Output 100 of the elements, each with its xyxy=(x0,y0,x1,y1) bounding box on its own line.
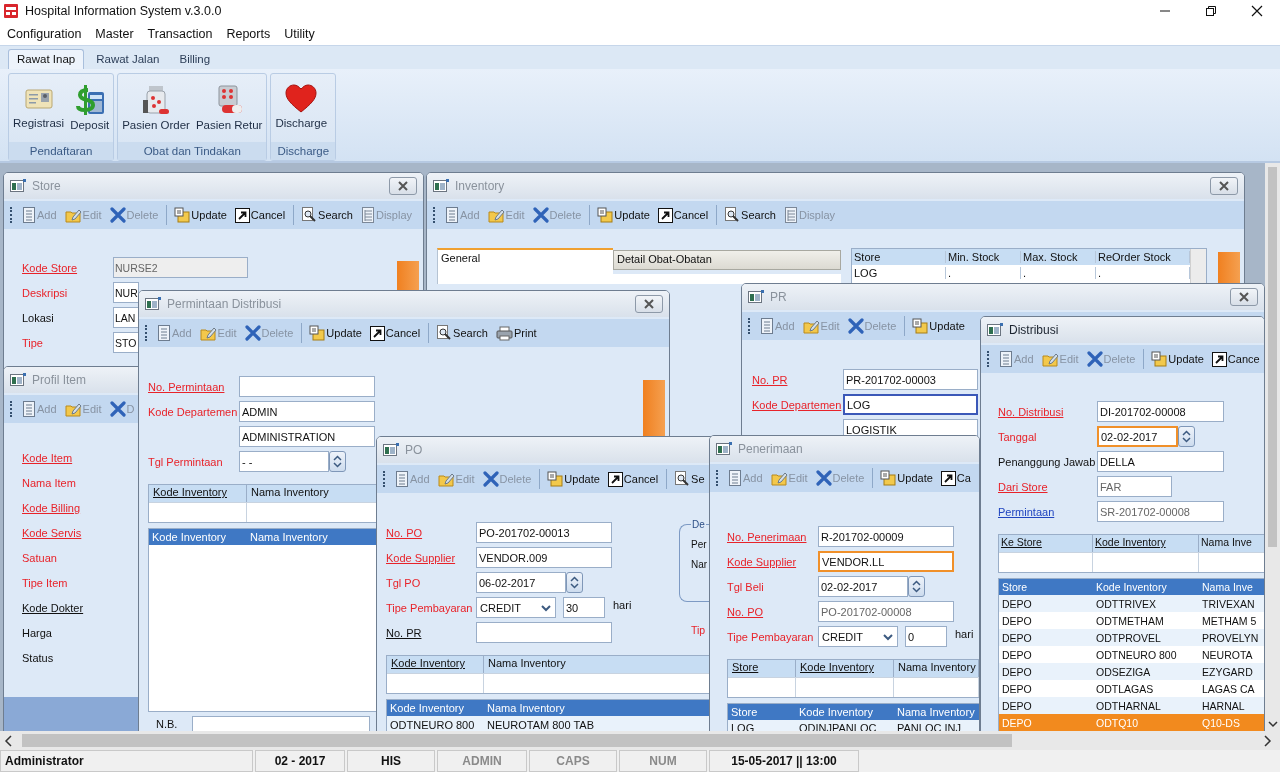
text-field[interactable]: R-201702-00009 xyxy=(818,526,954,547)
window-icon xyxy=(10,179,26,193)
toolbar-button[interactable]: Se xyxy=(666,469,705,489)
toolbar-button[interactable]: Print xyxy=(495,325,537,341)
text-field[interactable]: VENDOR.LL xyxy=(818,551,954,572)
toolbar-button[interactable]: Search xyxy=(293,205,353,225)
vertical-scrollbar[interactable] xyxy=(1265,163,1280,731)
text-field[interactable]: LOG xyxy=(843,394,978,415)
toolbar-button[interactable]: Update xyxy=(166,205,227,225)
tab[interactable]: General xyxy=(437,248,613,274)
toolbar-button[interactable]: Ca xyxy=(940,470,971,486)
column-header: Max. Stock xyxy=(1021,251,1096,263)
dropdown[interactable]: CREDIT xyxy=(476,597,556,618)
text-field[interactable]: ADMINISTRATION xyxy=(239,426,375,447)
text-field[interactable]: NUR xyxy=(113,282,139,303)
text-field[interactable]: FAR xyxy=(1097,476,1172,497)
ribbon-button[interactable]: Deposit xyxy=(68,78,112,142)
toolbar-button[interactable]: Update xyxy=(872,468,933,488)
text-field[interactable]: 30 xyxy=(563,597,605,618)
toolbar-button[interactable]: Update xyxy=(301,323,362,343)
text-field[interactable]: DELLA xyxy=(1097,451,1224,472)
text-field[interactable]: NURSE2 xyxy=(113,257,248,278)
clipboard-icon xyxy=(1151,351,1168,367)
close-button[interactable] xyxy=(635,295,663,313)
table-row[interactable]: ODTNEURO 800 NEUROTAM 800 TAB xyxy=(387,716,710,731)
field-label: Kode Item xyxy=(22,451,73,464)
close-button[interactable] xyxy=(389,177,417,195)
date-field[interactable]: - - xyxy=(239,451,329,472)
dropdown[interactable]: CREDIT xyxy=(818,626,898,647)
text-field[interactable]: PR-201702-00003 xyxy=(843,369,978,390)
toolbar-button[interactable]: Update xyxy=(904,316,965,336)
toolbar-button[interactable]: Update xyxy=(1143,349,1204,369)
text-field[interactable]: LAN xyxy=(113,307,139,328)
ribbon-tab[interactable]: Rawat Jalan xyxy=(88,50,168,69)
close-icon xyxy=(643,299,655,309)
status-panel: Administrator xyxy=(0,750,253,772)
spin-button[interactable] xyxy=(566,572,583,593)
text-field[interactable]: DI-201702-00008 xyxy=(1097,401,1224,422)
table-row[interactable]: DEPO ODTTRIVEX TRIVEXAN xyxy=(999,595,1264,612)
text-field[interactable]: PO-201702-00008 xyxy=(818,601,954,622)
restore-icon xyxy=(1205,5,1217,17)
menu-item[interactable]: Transaction xyxy=(147,26,213,41)
field-label: Penanggung Jawab xyxy=(998,455,1096,468)
menu-item[interactable]: Reports xyxy=(226,26,271,41)
text-field[interactable] xyxy=(476,622,612,643)
field-label: No. PR xyxy=(752,373,788,386)
ribbon-button[interactable]: Registrasi xyxy=(11,78,67,142)
scroll-left-icon[interactable] xyxy=(4,734,14,747)
ribbon-button[interactable]: Discharge xyxy=(273,78,330,142)
scrollbar[interactable] xyxy=(1190,249,1206,284)
text-field[interactable]: 0 xyxy=(905,626,947,647)
text-field[interactable]: PO-201702-00013 xyxy=(476,522,612,543)
toolbar-button[interactable]: Cance xyxy=(1211,351,1260,367)
table-row[interactable]: DEPO ODSEZIGA EZYGARD xyxy=(999,663,1264,680)
input-cell[interactable] xyxy=(796,677,894,697)
spin-button[interactable] xyxy=(329,451,346,472)
date-field[interactable]: 02-02-2017 xyxy=(1097,426,1178,447)
group-label: Obat dan Tindakan xyxy=(118,142,267,160)
text-field[interactable] xyxy=(192,716,371,731)
date-field[interactable]: 06-02-2017 xyxy=(476,572,566,593)
scrollbar-thumb[interactable] xyxy=(22,734,1012,747)
toolbar-button[interactable]: Update xyxy=(539,469,600,489)
close-button[interactable] xyxy=(1230,288,1258,306)
toolbar-button[interactable]: Cancel xyxy=(657,207,709,223)
text-field[interactable]: ADMIN xyxy=(239,401,375,422)
text-field[interactable]: VENDOR.009 xyxy=(476,547,612,568)
toolbar-grip xyxy=(10,401,14,417)
input-cell[interactable] xyxy=(894,677,979,697)
cross-icon xyxy=(482,471,499,487)
menu-item[interactable]: Utility xyxy=(284,26,315,41)
input-cell[interactable] xyxy=(999,552,1093,572)
text-field[interactable]: STO xyxy=(113,332,139,353)
menu-item[interactable]: Master xyxy=(95,26,134,41)
scroll-right-icon[interactable] xyxy=(1262,734,1272,747)
spin-button[interactable] xyxy=(908,576,925,597)
tab[interactable]: Detail Obat-Obatan xyxy=(613,250,841,270)
toolbar-button[interactable]: Cancel xyxy=(369,325,421,341)
toolbar-button[interactable]: Search xyxy=(428,323,488,343)
menu-item[interactable]: Configuration xyxy=(7,26,82,41)
close-button[interactable] xyxy=(1210,177,1238,195)
field-label: Per xyxy=(691,539,708,550)
input-cell[interactable] xyxy=(728,677,796,697)
table-row[interactable]: DEPO ODTPROVEL PROVELYN xyxy=(999,629,1264,646)
ribbon-button[interactable]: Pasien Order xyxy=(120,78,192,142)
table-row[interactable]: DEPO ODTHARNAL HARNAL xyxy=(999,697,1264,714)
ribbon-tab[interactable]: Rawat Inap xyxy=(8,49,85,69)
toolbar-button[interactable]: Update xyxy=(589,205,650,225)
toolbar-button[interactable]: Cancel xyxy=(234,207,286,223)
text-field[interactable] xyxy=(239,376,375,397)
input-cell[interactable] xyxy=(1093,552,1199,572)
toolbar-button[interactable]: Search xyxy=(716,205,776,225)
text-field[interactable]: SR-201702-00008 xyxy=(1097,501,1224,522)
input-cell[interactable] xyxy=(387,673,484,693)
date-field[interactable]: 02-02-2017 xyxy=(818,576,908,597)
input-cell[interactable] xyxy=(149,502,247,522)
ribbon-button[interactable]: Pasien Retur xyxy=(193,78,265,142)
scroll-down-icon[interactable] xyxy=(1267,720,1278,728)
ribbon-tab[interactable]: Billing xyxy=(171,50,219,69)
spin-button[interactable] xyxy=(1178,426,1195,447)
toolbar-button[interactable]: Cancel xyxy=(607,471,659,487)
